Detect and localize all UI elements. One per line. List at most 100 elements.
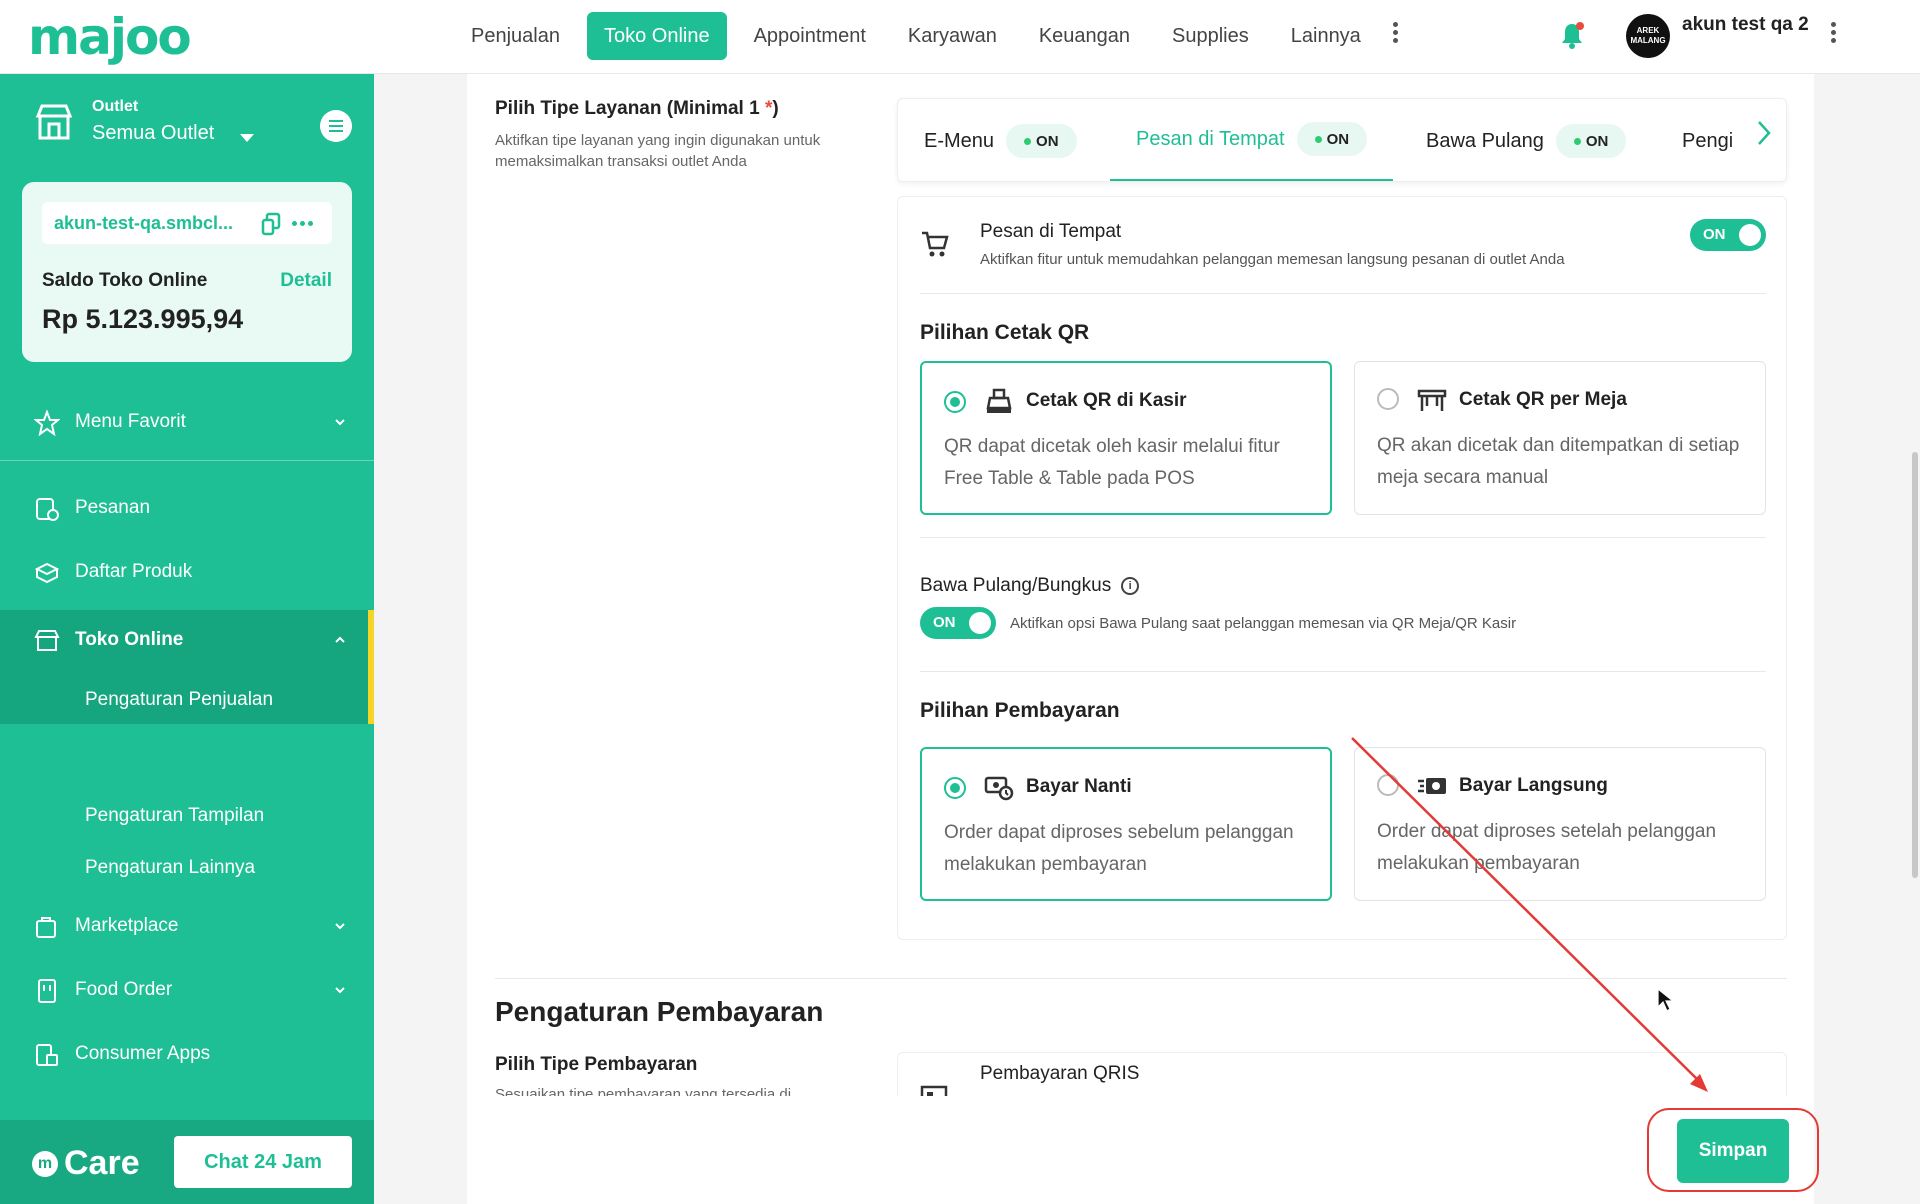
service-type-title: Pilih Tipe Layanan (Minimal 1 *) <box>495 98 779 119</box>
info-icon[interactable]: i <box>1121 577 1140 595</box>
store-url[interactable]: akun-test-qa.smbcl... <box>54 213 233 234</box>
qris-icon <box>920 1085 948 1096</box>
nav-appointment[interactable]: Appointment <box>733 12 887 60</box>
nav-toko-online[interactable]: Toko Online <box>586 12 727 60</box>
chevron-up-icon <box>335 636 345 643</box>
scrollbar-thumb[interactable] <box>1912 452 1918 878</box>
sidebar-item-daftar-produk[interactable]: Daftar Produk <box>0 542 374 602</box>
pay-later-icon <box>984 776 1014 801</box>
cashier-printer-icon <box>986 388 1012 413</box>
notification-bell-icon[interactable] <box>1560 22 1586 50</box>
divider <box>920 537 1766 538</box>
divider <box>920 293 1766 294</box>
store-icon <box>34 630 60 651</box>
radio-button[interactable] <box>944 777 966 799</box>
sidebar-item-label: Consumer Apps <box>75 1043 211 1064</box>
bawa-pulang-toggle[interactable]: ON <box>920 607 996 639</box>
tab-pesan-di-tempat[interactable]: Pesan di Tempat ON <box>1110 99 1394 181</box>
top-bar: majoo Penjualan Toko Online Appointment … <box>0 0 1920 74</box>
avatar[interactable]: AREK MALANG <box>1626 14 1670 58</box>
feature-description: Aktifkan fitur untuk memudahkan pelangga… <box>980 251 1565 268</box>
option-cetak-qr-per-meja[interactable]: Cetak QR per Meja QR akan dicetak dan di… <box>1354 361 1766 515</box>
outlet-store-icon <box>35 104 73 140</box>
sidebar-item-food-order[interactable]: Food Order <box>0 960 374 1020</box>
apps-icon <box>36 1044 58 1066</box>
tab-bawa-pulang[interactable]: Bawa Pulang ON <box>1426 99 1627 181</box>
footer-bar <box>467 1096 1814 1204</box>
status-badge: ON <box>1006 124 1077 158</box>
sidebar-item-pesanan[interactable]: Pesanan <box>0 478 374 538</box>
chevron-down-icon <box>335 419 345 426</box>
tab-scroll-right[interactable] <box>1730 99 1786 181</box>
nav-supplies[interactable]: Supplies <box>1151 12 1270 60</box>
outlet-value[interactable]: Semua Outlet <box>92 122 214 145</box>
care-bar: m Care Chat 24 Jam <box>0 1120 374 1204</box>
nav-penjualan[interactable]: Penjualan <box>450 12 581 60</box>
sidebar-subitem-pengaturan-penjualan[interactable]: Pengaturan Penjualan <box>0 674 374 724</box>
option-bayar-langsung[interactable]: Bayar Langsung Order dapat diproses sete… <box>1354 747 1766 901</box>
majoo-m-icon: m <box>32 1150 58 1177</box>
chat-24-jam-button[interactable]: Chat 24 Jam <box>174 1136 352 1188</box>
save-button-highlight <box>1647 1108 1819 1192</box>
store-url-box: akun-test-qa.smbcl... <box>42 202 332 244</box>
username[interactable]: akun test qa 2 <box>1682 14 1812 35</box>
saldo-label: Saldo Toko Online <box>42 270 208 291</box>
box-icon <box>34 562 60 584</box>
status-badge: ON <box>1555 124 1627 158</box>
mouse-cursor-icon <box>1657 988 1675 1012</box>
section-divider <box>495 978 1787 979</box>
sidebar: Outlet Semua Outlet akun-test-qa.smbcl..… <box>0 74 374 1204</box>
chevron-down-icon <box>335 987 345 994</box>
chevron-right-icon[interactable] <box>1756 119 1772 147</box>
pembayaran-heading: Pilihan Pembayaran <box>920 699 1120 722</box>
option-bayar-nanti[interactable]: Bayar Nanti Order dapat diproses sebelum… <box>920 747 1332 901</box>
sidebar-item-consumer-apps[interactable]: Consumer Apps <box>0 1024 374 1084</box>
sidebar-item-label: Pesanan <box>75 497 151 518</box>
outlet-label: Outlet <box>92 98 139 115</box>
service-tabs: E-Menu ON Pesan di Tempat ON Bawa Pulang… <box>897 98 1787 182</box>
divider <box>920 671 1766 672</box>
chevron-down-icon <box>335 923 345 930</box>
pay-now-icon <box>1418 778 1446 794</box>
sidebar-item-toko-online[interactable]: Toko Online <box>0 610 374 674</box>
user-menu-icon[interactable] <box>1826 22 1840 52</box>
pesan-di-tempat-panel: Pesan di Tempat Aktifkan fitur untuk mem… <box>897 196 1787 940</box>
sidebar-collapse-button[interactable] <box>320 110 352 142</box>
radio-button[interactable] <box>1377 774 1399 796</box>
nav-keuangan[interactable]: Keuangan <box>1018 12 1151 60</box>
tab-e-menu[interactable]: E-Menu ON <box>924 99 1077 181</box>
tab-pengiriman[interactable]: Pengi <box>1682 99 1733 181</box>
sidebar-item-marketplace[interactable]: Marketplace <box>0 896 374 956</box>
feature-title: Pesan di Tempat <box>980 221 1122 242</box>
order-icon <box>36 498 59 521</box>
option-cetak-qr-di-kasir[interactable]: Cetak QR di Kasir QR dapat dicetak oleh … <box>920 361 1332 515</box>
sidebar-subitem-pengaturan-lainnya[interactable]: Pengaturan Lainnya <box>0 842 374 892</box>
main-content: Pilih Tipe Layanan (Minimal 1 *) Aktifka… <box>467 74 1814 1204</box>
bawa-pulang-description: Aktifkan opsi Bawa Pulang saat pelanggan… <box>1010 615 1517 632</box>
top-navigation: Penjualan Toko Online Appointment Karyaw… <box>450 12 1382 60</box>
pay-type-title: Pilih Tipe Pembayaran <box>495 1054 698 1075</box>
sidebar-subitem-pengaturan-tampilan[interactable]: Pengaturan Tampilan <box>0 790 374 840</box>
cart-icon <box>922 231 949 257</box>
store-balance-card: akun-test-qa.smbcl... Saldo Toko Online … <box>22 182 352 362</box>
sidebar-item-label: Toko Online <box>75 629 184 650</box>
radio-button[interactable] <box>1377 388 1399 410</box>
cetak-qr-heading: Pilihan Cetak QR <box>920 321 1090 344</box>
pesan-di-tempat-toggle[interactable]: ON <box>1690 219 1766 251</box>
majoo-logo[interactable]: majoo <box>28 8 192 66</box>
notification-dot <box>1576 22 1584 30</box>
sidebar-item-label: Food Order <box>75 979 173 1000</box>
nav-karyawan[interactable]: Karyawan <box>887 12 1018 60</box>
marketplace-icon <box>36 917 56 938</box>
copy-icon[interactable] <box>260 212 282 236</box>
radio-button[interactable] <box>944 391 966 413</box>
nav-lainnya[interactable]: Lainnya <box>1270 12 1382 60</box>
status-badge: ON <box>1296 122 1368 156</box>
more-menu-icon[interactable] <box>1388 22 1402 52</box>
sidebar-item-label: Menu Favorit <box>75 411 186 432</box>
sidebar-item-menu-favorit[interactable]: Menu Favorit <box>0 392 374 452</box>
caret-down-icon[interactable] <box>240 134 254 142</box>
url-more-icon[interactable] <box>292 221 313 226</box>
saldo-detail-link[interactable]: Detail <box>280 270 332 292</box>
table-icon <box>1417 389 1447 411</box>
